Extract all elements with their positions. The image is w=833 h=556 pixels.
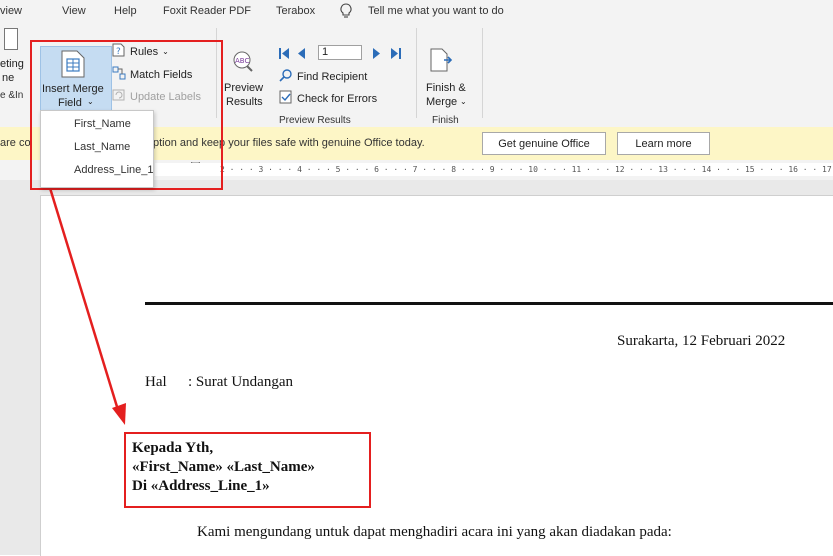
finish-merge-icon <box>430 48 456 77</box>
write-insert-partial-1: eting <box>0 58 24 70</box>
tab-review-partial[interactable]: view <box>0 5 22 17</box>
first-record-icon[interactable] <box>279 46 290 60</box>
lightbulb-icon <box>340 3 352 22</box>
check-for-errors-label: Check for Errors <box>297 92 378 105</box>
hal-label: Hal <box>145 374 167 390</box>
preview-results-group-label: Preview Results <box>279 115 351 126</box>
tab-foxit-reader-pdf[interactable]: Foxit Reader PDF <box>163 5 251 17</box>
tab-help[interactable]: Help <box>114 5 137 17</box>
learn-more-button[interactable]: Learn more <box>617 132 710 155</box>
preview-results-label-2[interactable]: Results <box>226 96 263 108</box>
header-rule <box>145 302 833 305</box>
menu-item-address-line-1[interactable]: Address_Line_1 <box>74 164 154 176</box>
body-line: Kami mengundang untuk dapat menghadiri a… <box>197 524 672 540</box>
ribbon-tab-bar: view View Help Foxit Reader PDF Terabox … <box>0 0 833 24</box>
write-insert-group-label: e &In <box>0 90 24 101</box>
get-genuine-office-button[interactable]: Get genuine Office <box>482 132 606 155</box>
date-line: Surakarta, 12 Februari 2022 <box>617 333 786 349</box>
previous-record-icon[interactable] <box>297 46 305 60</box>
search-icon <box>279 68 293 85</box>
svg-text:ABC: ABC <box>235 57 249 65</box>
menu-item-last-name[interactable]: Last_Name <box>74 141 130 153</box>
document-icon <box>4 28 18 53</box>
tab-view[interactable]: View <box>62 5 86 17</box>
message-text-left: are co <box>0 137 31 149</box>
insert-merge-field-label-2: Field <box>58 97 82 109</box>
insert-merge-field-label-1: Insert Merge <box>42 83 104 95</box>
chevron-down-icon: ⌄ <box>460 97 467 106</box>
preview-results-icon: ABC <box>229 49 255 76</box>
group-separator <box>416 28 417 118</box>
next-record-icon[interactable] <box>372 46 380 60</box>
check-errors-icon <box>279 90 293 107</box>
finish-merge-label-2[interactable]: Merge <box>426 96 457 108</box>
finish-merge-label-1[interactable]: Finish & <box>426 82 466 94</box>
check-for-errors-button[interactable]: Check for Errors <box>279 90 377 107</box>
insert-merge-field-icon <box>61 50 85 81</box>
find-recipient-label: Find Recipient <box>297 70 368 83</box>
tab-terabox[interactable]: Terabox <box>276 5 315 17</box>
insert-merge-field-menu: First_Name Last_Name Address_Line_1 <box>40 110 154 188</box>
hal-value: : Surat Undangan <box>188 374 293 390</box>
chevron-down-icon: ⌄ <box>87 97 94 106</box>
finish-group-label: Finish <box>432 115 459 126</box>
tell-me-search[interactable]: Tell me what you want to do <box>368 5 504 17</box>
record-number-input[interactable]: 1 <box>318 45 362 60</box>
last-record-icon[interactable] <box>390 46 401 60</box>
annotation-box-address <box>124 432 371 508</box>
write-insert-partial-2: ne <box>2 72 15 84</box>
menu-item-first-name[interactable]: First_Name <box>74 118 131 130</box>
ruler-marks: 2 · · · 3 · · · 4 · · · 5 · · · 6 · · · … <box>220 165 832 174</box>
find-recipient-button[interactable]: Find Recipient <box>279 68 367 85</box>
preview-results-label-1[interactable]: Preview <box>224 82 263 94</box>
group-separator <box>482 28 483 118</box>
